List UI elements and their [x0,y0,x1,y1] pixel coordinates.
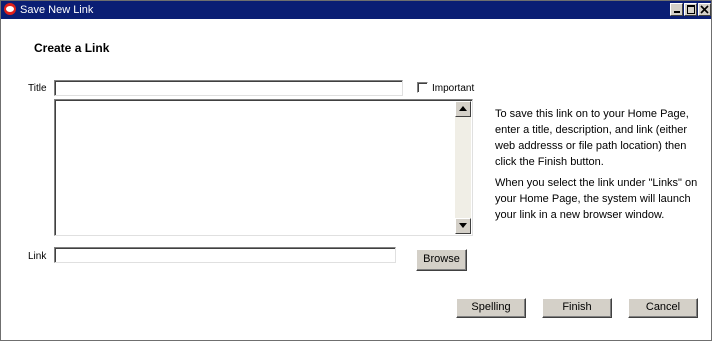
save-new-link-window: Save New Link Create a Link Title Import… [0,0,712,341]
important-checkbox[interactable] [417,82,428,93]
maximize-icon[interactable] [684,3,697,16]
title-label: Title [28,83,47,94]
description-scrollbar[interactable] [455,101,471,234]
finish-button[interactable]: Finish [542,298,612,318]
scroll-up-arrow-icon[interactable] [455,101,471,117]
minimize-icon[interactable] [670,3,683,16]
cancel-button[interactable]: Cancel [628,298,698,318]
link-label: Link [28,251,47,262]
important-label[interactable]: Important [432,83,474,94]
oracle-logo-icon [4,3,16,15]
scroll-down-arrow-icon[interactable] [455,218,471,234]
description-textarea[interactable] [54,99,473,236]
help-paragraph-save: To save this link on to your Home Page, … [495,108,689,168]
help-paragraph-links: When you select the link under "Links" o… [495,177,698,221]
page-title: Create a Link [34,41,110,55]
link-input[interactable] [54,247,396,263]
title-bar[interactable]: Save New Link [1,1,711,19]
window-title: Save New Link [20,4,94,16]
help-text: To save this link on to your Home Page, … [495,106,705,228]
spelling-button[interactable]: Spelling [456,298,526,318]
title-input[interactable] [54,80,403,96]
close-icon[interactable] [698,3,711,16]
browse-button[interactable]: Browse [416,249,467,271]
